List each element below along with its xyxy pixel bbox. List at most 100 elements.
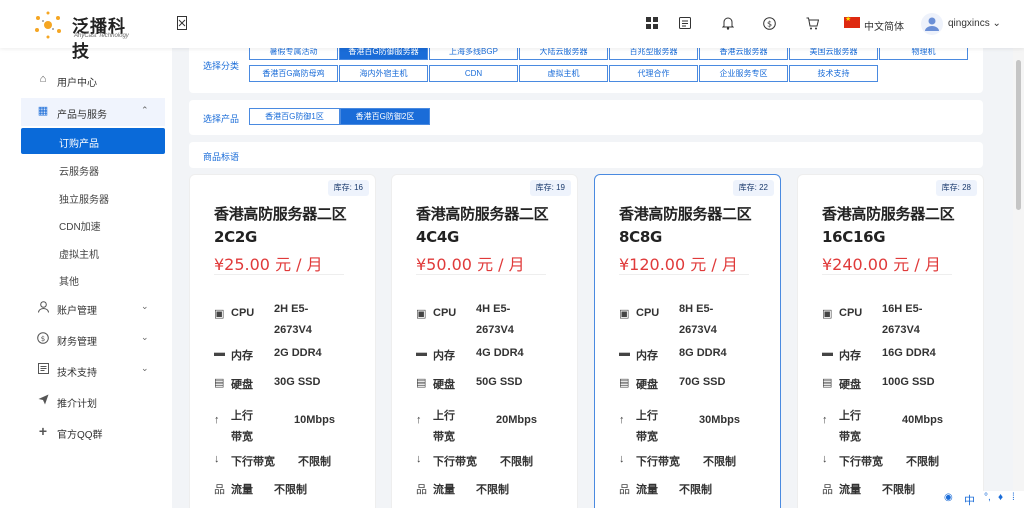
- disk-icon: ▤: [416, 377, 427, 389]
- spec-label: 内存: [839, 350, 861, 362]
- chevron-down-icon: ⌄: [141, 332, 149, 342]
- sidebar-item-label: 订购产品: [59, 139, 99, 150]
- product-option[interactable]: 香港百G防御2区: [340, 108, 430, 125]
- sidebar-item-user-center[interactable]: ⌂ 用户中心: [21, 66, 165, 94]
- spec-value: 不限制: [906, 456, 939, 468]
- spec-label: 下行带宽: [231, 456, 275, 468]
- card-title: 香港高防服务器二区 2C2G: [214, 205, 347, 246]
- product-panel: 选择产品 香港百G防御1区 香港百G防御2区: [189, 100, 983, 135]
- spec-label: 硬盘: [433, 379, 455, 391]
- divider: [619, 274, 749, 275]
- category-button[interactable]: CDN: [429, 65, 518, 82]
- sidebar-item-qq-group[interactable]: + 官方QQ群: [21, 418, 165, 446]
- category-button[interactable]: 香港百G高防母鸡: [249, 65, 338, 82]
- spec-label: 上行带宽: [839, 410, 861, 443]
- sidebar-item-virtual-host[interactable]: 虚拟主机: [21, 239, 165, 265]
- product-card[interactable]: 库存: 19 香港高防服务器二区 4C4G ¥50.00 元 / 月 ▣ CPU…: [391, 174, 578, 508]
- logo-dots-icon: [35, 11, 61, 39]
- logo[interactable]: 泛播科技 AnyCast Technology: [32, 8, 142, 62]
- sidebar-item-cdn[interactable]: CDN加速: [21, 211, 165, 237]
- spec-label: 内存: [433, 350, 455, 362]
- sidebar-item-account[interactable]: 账户管理 ⌄: [21, 294, 165, 322]
- chevron-down-icon: ⌄: [141, 301, 149, 311]
- ime-language-toggle[interactable]: 中: [964, 492, 975, 508]
- product-card[interactable]: 库存: 28 香港高防服务器二区 16C16G ¥240.00 元 / 月 ▣ …: [797, 174, 984, 508]
- spec-value: 4G DDR4: [476, 347, 524, 359]
- arrow-down-icon: ↓: [822, 453, 828, 465]
- memory-icon: ▬: [214, 347, 225, 359]
- cpu-icon: ▣: [416, 308, 427, 320]
- spec-label: 流量: [231, 484, 253, 496]
- sidebar-item-label: CDN加速: [59, 222, 101, 233]
- sidebar-item-label: 虚拟主机: [59, 250, 99, 261]
- category-button[interactable]: 海内外宿主机: [339, 65, 428, 82]
- svg-text:$: $: [767, 20, 772, 29]
- spec-label: 内存: [636, 350, 658, 362]
- spec-value: 30Mbps: [699, 414, 740, 426]
- chevron-down-icon: ⌄: [141, 363, 149, 373]
- dollar-icon[interactable]: $: [763, 17, 779, 35]
- microphone-icon[interactable]: ♦: [998, 492, 1003, 503]
- sidebar-item-label: 产品与服务: [57, 110, 107, 121]
- disk-icon: ▤: [822, 377, 833, 389]
- spec-value: 16H E5-2673V4: [882, 303, 923, 336]
- sidebar-item-dedicated-server[interactable]: 独立服务器: [21, 184, 165, 210]
- sidebar-toggle-icon[interactable]: [177, 16, 191, 32]
- spec-label: 硬盘: [231, 379, 253, 391]
- user-menu[interactable]: qingxincs ⌄: [948, 18, 1001, 29]
- ime-logo-icon[interactable]: ◉: [944, 492, 953, 503]
- spec-label: CPU: [433, 307, 457, 319]
- sidebar-item-label: 技术支持: [57, 368, 97, 379]
- scroll-thumb[interactable]: [1016, 60, 1021, 210]
- sidebar-item-finance[interactable]: $ 财务管理 ⌄: [21, 325, 165, 353]
- document-icon[interactable]: [679, 17, 695, 35]
- card-price: ¥25.00 元 / 月: [214, 255, 323, 274]
- spec-label: 流量: [433, 484, 455, 496]
- logo-subtitle: AnyCast Technology: [74, 33, 129, 39]
- sidebar-item-products[interactable]: ▦ 产品与服务 ⌃: [21, 98, 165, 126]
- sidebar-item-referral[interactable]: 推介计划: [21, 387, 165, 415]
- arrow-up-icon: ↑: [214, 414, 220, 426]
- arrow-down-icon: ↓: [214, 453, 220, 465]
- card-title: 香港高防服务器二区 16C16G: [822, 205, 955, 246]
- sidebar-item-order-products[interactable]: 订购产品: [21, 128, 165, 154]
- spec-value: 50G SSD: [476, 376, 523, 388]
- spec-value: 不限制: [679, 484, 712, 496]
- network-icon: 品: [214, 484, 225, 496]
- sidebar-item-support[interactable]: 技术支持 ⌄: [21, 356, 165, 384]
- sidebar-item-other[interactable]: 其他: [21, 266, 165, 292]
- card-price: ¥240.00 元 / 月: [822, 255, 941, 274]
- list-icon: [37, 363, 49, 375]
- category-button[interactable]: 虚拟主机: [519, 65, 608, 82]
- cart-icon[interactable]: [806, 17, 822, 35]
- category-button[interactable]: 企业服务专区: [699, 65, 788, 82]
- punctuation-icon[interactable]: °,: [984, 492, 991, 503]
- bell-icon[interactable]: [721, 16, 738, 34]
- product-option[interactable]: 香港百G防御1区: [249, 108, 340, 125]
- grid-icon[interactable]: [646, 17, 662, 35]
- spec-value: 20Mbps: [496, 414, 537, 426]
- svg-text:$: $: [41, 335, 45, 343]
- sidebar-item-cloud-server[interactable]: 云服务器: [21, 156, 165, 182]
- category-button[interactable]: 技术支持: [789, 65, 878, 82]
- arrow-up-icon: ↑: [416, 414, 422, 426]
- spec-label: CPU: [636, 307, 660, 319]
- arrow-up-icon: ↑: [619, 414, 625, 426]
- disk-icon: ▤: [619, 377, 630, 389]
- sidebar-item-label: 推介计划: [57, 399, 97, 410]
- spec-value: 8G DDR4: [679, 347, 727, 359]
- product-card[interactable]: 库存: 16 香港高防服务器二区 2C2G ¥25.00 元 / 月 ▣ CPU…: [189, 174, 376, 508]
- grid-icon: ▦: [37, 105, 49, 117]
- category-button[interactable]: 代理合作: [609, 65, 698, 82]
- avatar[interactable]: [921, 13, 943, 35]
- divider: [214, 274, 344, 275]
- product-card[interactable]: 库存: 22 香港高防服务器二区 8C8G ¥120.00 元 / 月 ▣ CP…: [594, 174, 781, 508]
- language-selector[interactable]: 中文简体: [864, 18, 904, 33]
- scrollbar[interactable]: [1013, 48, 1024, 508]
- grid-icon[interactable]: ⁞: [1012, 492, 1015, 503]
- user-name: qingxincs: [948, 18, 990, 29]
- cpu-icon: ▣: [214, 308, 225, 320]
- category-label: 选择分类: [203, 61, 240, 71]
- china-flag-icon[interactable]: [844, 15, 860, 28]
- arrow-down-icon: ↓: [619, 453, 625, 465]
